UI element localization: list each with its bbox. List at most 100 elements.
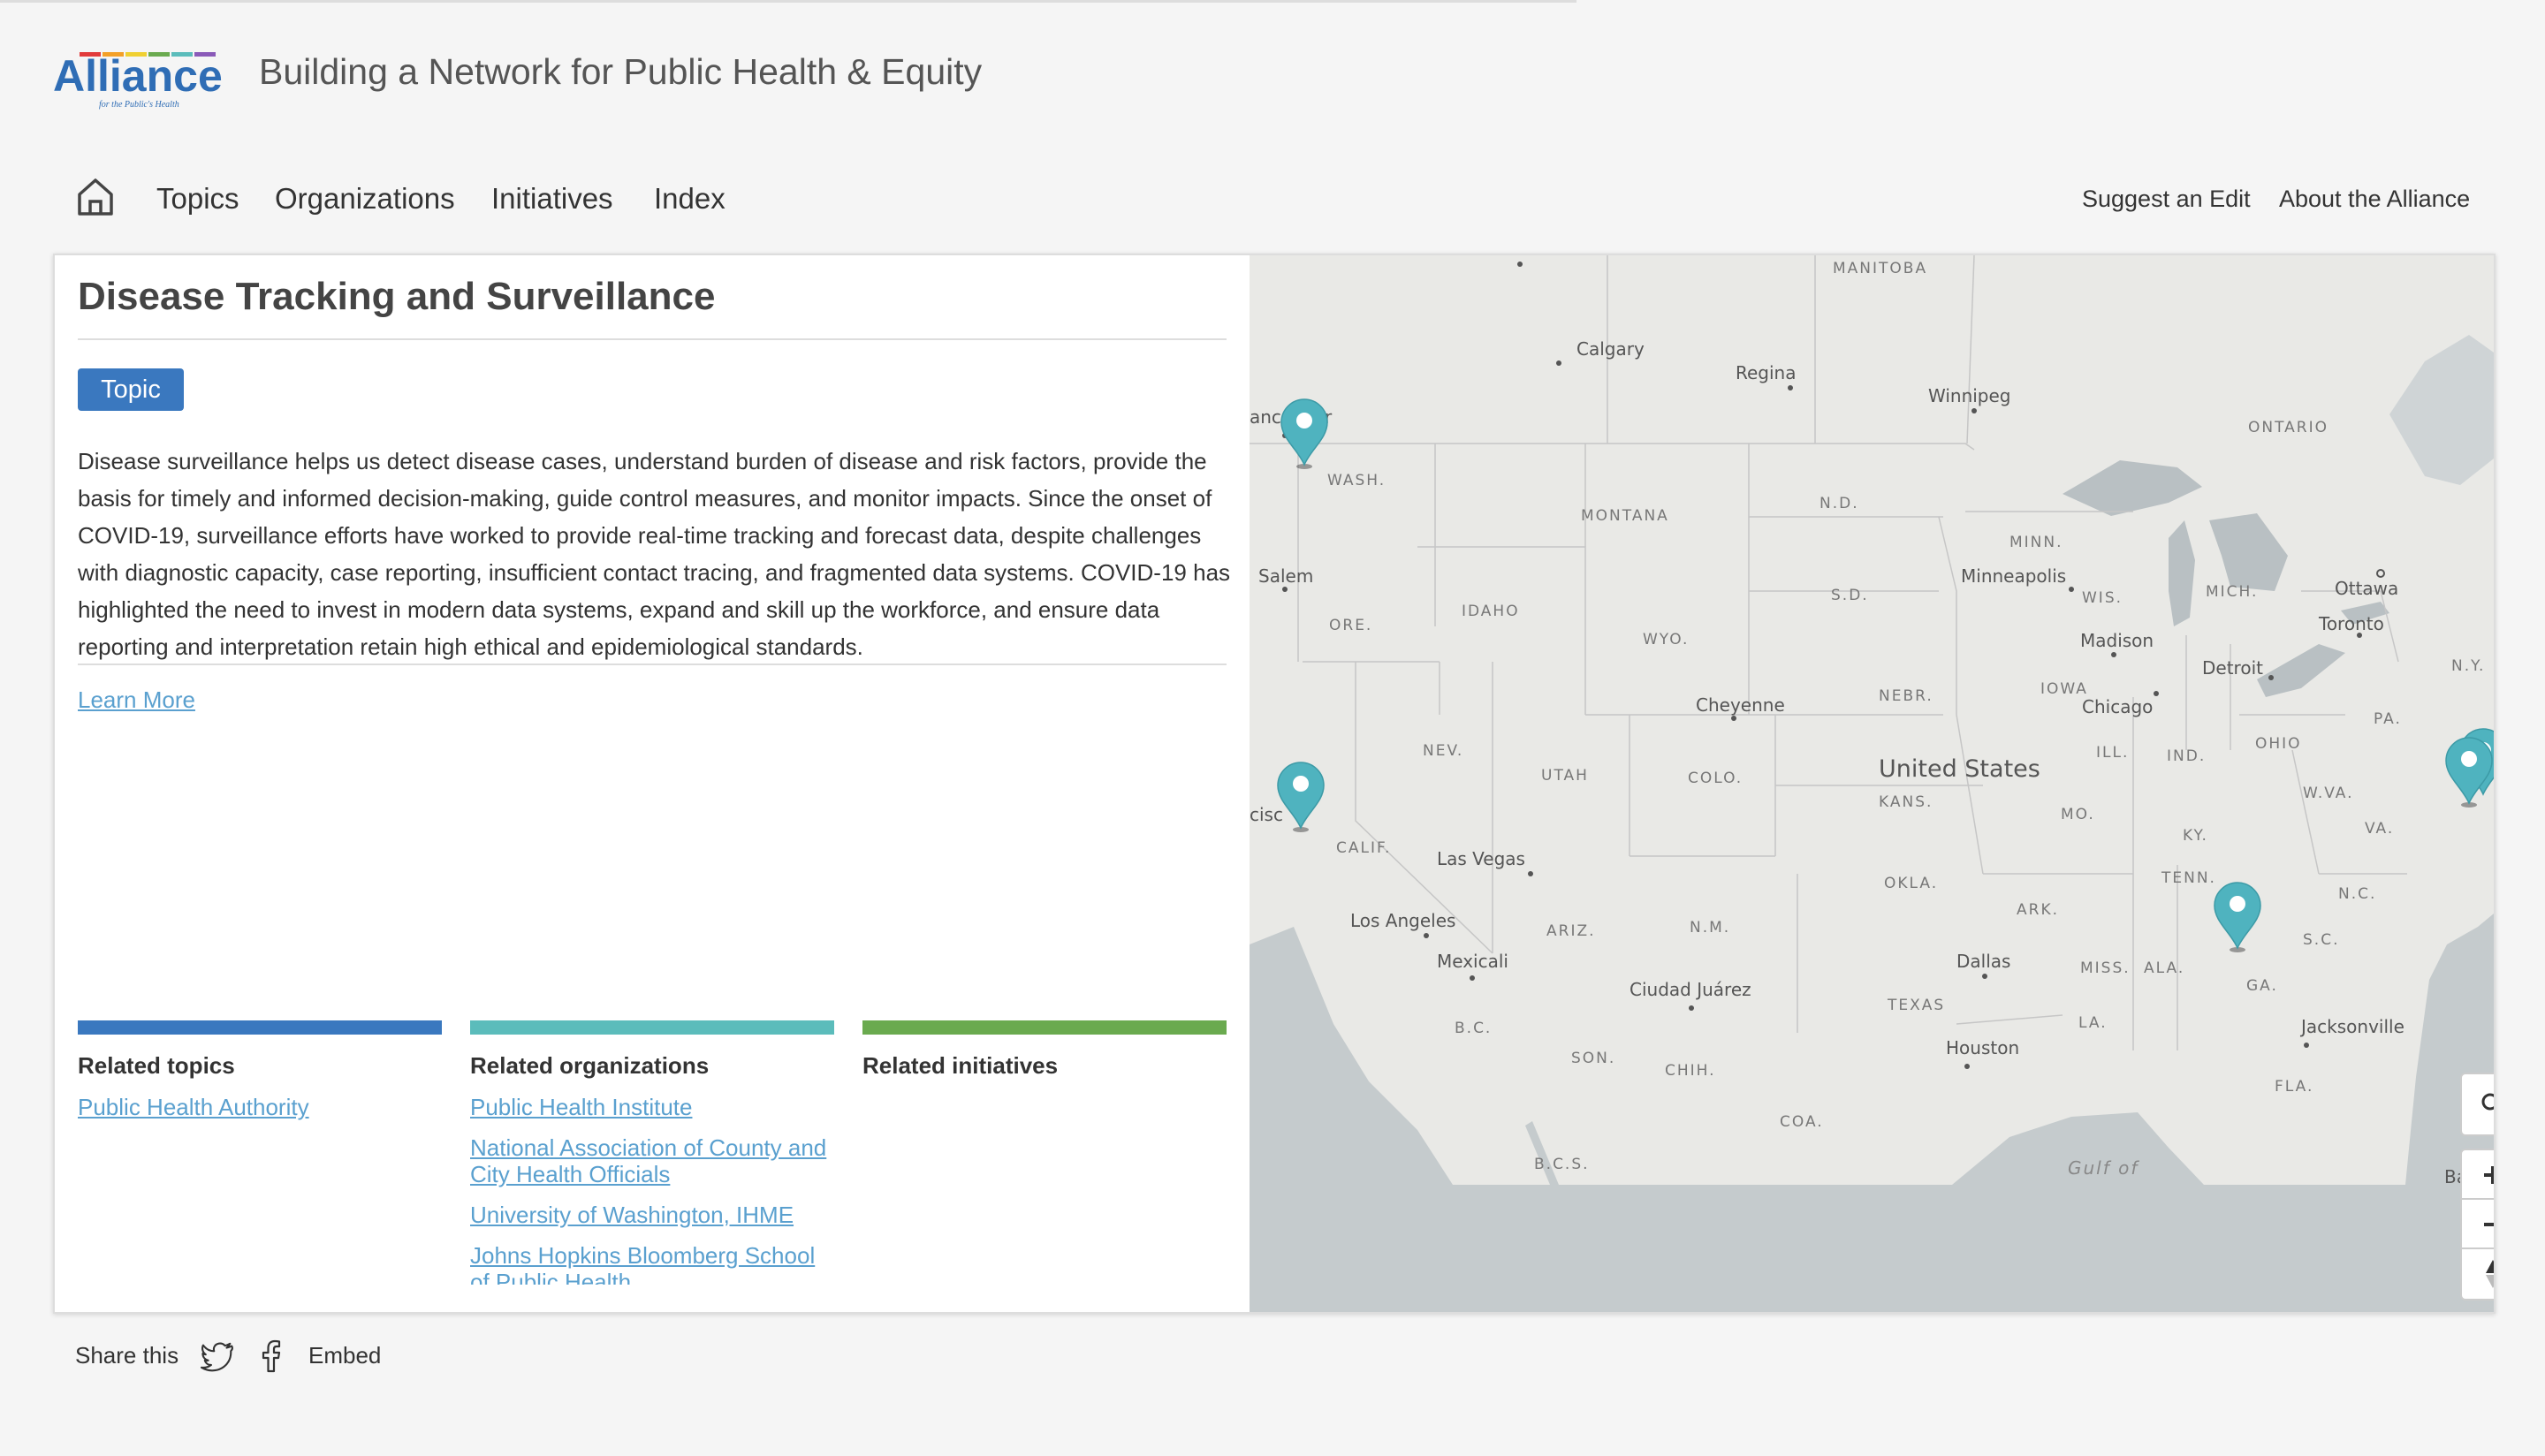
svg-text:Las Vegas: Las Vegas: [1437, 848, 1525, 869]
svg-text:Dallas: Dallas: [1956, 951, 2010, 972]
related-initiatives-bar: [862, 1020, 1227, 1035]
related-organizations-bar: [470, 1020, 834, 1035]
svg-text:COA.: COA.: [1780, 1113, 1824, 1131]
nav-organizations[interactable]: Organizations: [275, 182, 455, 216]
svg-text:S.C.: S.C.: [2303, 931, 2339, 949]
topic-badge: Topic: [78, 368, 184, 411]
svg-text:IND.: IND.: [2167, 747, 2206, 765]
related-organization-link[interactable]: Public Health Institute: [470, 1094, 834, 1120]
related-organization-link[interactable]: Johns Hopkins Bloomberg School of Public…: [470, 1242, 834, 1285]
related-initiatives: Related initiatives: [862, 1020, 1227, 1285]
reset-north-button[interactable]: [2460, 1247, 2494, 1301]
site-title: Building a Network for Public Health & E…: [259, 51, 983, 92]
svg-text:ARK.: ARK.: [2017, 901, 2059, 919]
svg-text:Madison: Madison: [2080, 630, 2154, 651]
svg-text:Ciudad Juárez: Ciudad Juárez: [1630, 979, 1751, 1000]
svg-text:W.VA.: W.VA.: [2303, 785, 2354, 802]
svg-text:Cheyenne: Cheyenne: [1696, 694, 1785, 716]
svg-text:OHIO: OHIO: [2255, 735, 2302, 753]
suggest-edit-link[interactable]: Suggest an Edit: [2082, 186, 2251, 213]
related-organization-link[interactable]: National Association of County and City …: [470, 1134, 834, 1187]
zoom-out-button[interactable]: [2460, 1198, 2494, 1251]
svg-text:Gulf of: Gulf of: [2068, 1157, 2139, 1179]
title-divider: [78, 338, 1227, 340]
learn-more-link[interactable]: Learn More: [78, 686, 195, 714]
alliance-logo[interactable]: Alliance for the Public's Health: [53, 49, 234, 110]
svg-text:N.C.: N.C.: [2338, 885, 2376, 903]
about-alliance-link[interactable]: About the Alliance: [2279, 186, 2470, 213]
info-panel: Disease Tracking and Surveillance Topic …: [55, 255, 1250, 1312]
svg-text:ORE.: ORE.: [1329, 617, 1372, 634]
svg-text:United States: United States: [1879, 755, 2040, 783]
svg-text:N.M.: N.M.: [1690, 919, 1730, 937]
svg-text:CHIH.: CHIH.: [1665, 1062, 1716, 1080]
logo-wordmark: Alliance: [53, 51, 223, 101]
svg-text:WYO.: WYO.: [1643, 631, 1689, 648]
plus-icon: [2484, 1166, 2494, 1184]
related-topic-link[interactable]: Public Health Authority: [78, 1094, 442, 1120]
page-title: Disease Tracking and Surveillance: [78, 275, 716, 318]
topic-description: Disease surveillance helps us detect dis…: [78, 448, 1231, 660]
svg-text:Salem: Salem: [1258, 565, 1313, 587]
nav-index[interactable]: Index: [654, 182, 726, 216]
description-divider: [78, 664, 1227, 665]
home-icon[interactable]: [74, 175, 117, 219]
svg-text:MICH.: MICH.: [2206, 583, 2258, 601]
svg-text:IDAHO: IDAHO: [1462, 603, 1520, 620]
svg-text:Los Angeles: Los Angeles: [1350, 910, 1455, 931]
svg-text:SON.: SON.: [1571, 1050, 1615, 1067]
twitter-icon[interactable]: [200, 1339, 235, 1373]
svg-text:MISS.: MISS.: [2080, 959, 2131, 977]
svg-text:MANITOBA: MANITOBA: [1833, 260, 1927, 277]
zoom-in-button[interactable]: [2460, 1149, 2494, 1202]
svg-text:CALIF.: CALIF.: [1336, 839, 1391, 857]
svg-text:VA.: VA.: [2365, 820, 2394, 838]
logo-tagline: for the Public's Health: [99, 100, 179, 110]
map-view[interactable]: MANITOBA ONTARIO Calgary Regina Winnipeg…: [1250, 255, 2494, 1312]
svg-text:LA.: LA.: [2078, 1014, 2108, 1032]
svg-text:MONTANA: MONTANA: [1581, 507, 1669, 525]
svg-text:Calgary: Calgary: [1576, 338, 1645, 360]
related-topics-links: Public Health Authority: [78, 1094, 442, 1285]
svg-text:KY.: KY.: [2183, 827, 2208, 845]
svg-text:NEBR.: NEBR.: [1879, 687, 1933, 705]
svg-text:Jacksonville: Jacksonville: [2299, 1016, 2404, 1037]
svg-text:Minneapolis: Minneapolis: [1961, 565, 2066, 587]
svg-text:Detroit: Detroit: [2202, 657, 2263, 679]
svg-text:IOWA: IOWA: [2040, 680, 2088, 698]
svg-text:B.C.S.: B.C.S.: [1534, 1156, 1590, 1173]
embed-link[interactable]: Embed: [308, 1342, 381, 1369]
map-search-button[interactable]: [2460, 1073, 2494, 1136]
svg-text:Chicago: Chicago: [2082, 696, 2153, 717]
svg-text:Houston: Houston: [1946, 1037, 2019, 1058]
ocean-area: [1250, 1185, 2494, 1312]
svg-text:ALA.: ALA.: [2144, 959, 2184, 977]
top-border: [0, 0, 1576, 3]
svg-text:FLA.: FLA.: [2275, 1078, 2313, 1096]
svg-text:WASH.: WASH.: [1327, 472, 1386, 489]
svg-text:Toronto: Toronto: [2318, 613, 2384, 634]
svg-text:TENN.: TENN.: [2161, 869, 2216, 887]
svg-text:S.D.: S.D.: [1831, 587, 1869, 604]
svg-text:WIS.: WIS.: [2082, 589, 2123, 607]
facebook-icon[interactable]: [258, 1339, 293, 1373]
compass-icon: [2486, 1260, 2494, 1288]
svg-text:Mexicali: Mexicali: [1437, 951, 1508, 972]
svg-text:GA.: GA.: [2246, 977, 2278, 995]
svg-text:Regina: Regina: [1736, 362, 1797, 383]
minus-icon: [2484, 1223, 2494, 1226]
related-organization-link[interactable]: University of Washington, IHME: [470, 1202, 834, 1228]
search-icon: [2481, 1093, 2494, 1111]
svg-text:B.C.: B.C.: [1455, 1020, 1492, 1037]
svg-text:N.D.: N.D.: [1819, 495, 1859, 512]
related-topics-bar: [78, 1020, 442, 1035]
related-organizations: Related organizations Public Health Inst…: [470, 1020, 834, 1285]
svg-text:N.Y.: N.Y.: [2451, 657, 2485, 675]
svg-text:PA.: PA.: [2374, 710, 2402, 728]
svg-text:TEXAS: TEXAS: [1887, 997, 1945, 1014]
nav-initiatives[interactable]: Initiatives: [491, 182, 613, 216]
svg-text:MINN.: MINN.: [2009, 534, 2063, 551]
svg-text:Winnipeg: Winnipeg: [1928, 385, 2011, 406]
svg-text:OKLA.: OKLA.: [1884, 875, 1938, 892]
nav-topics[interactable]: Topics: [156, 182, 239, 216]
